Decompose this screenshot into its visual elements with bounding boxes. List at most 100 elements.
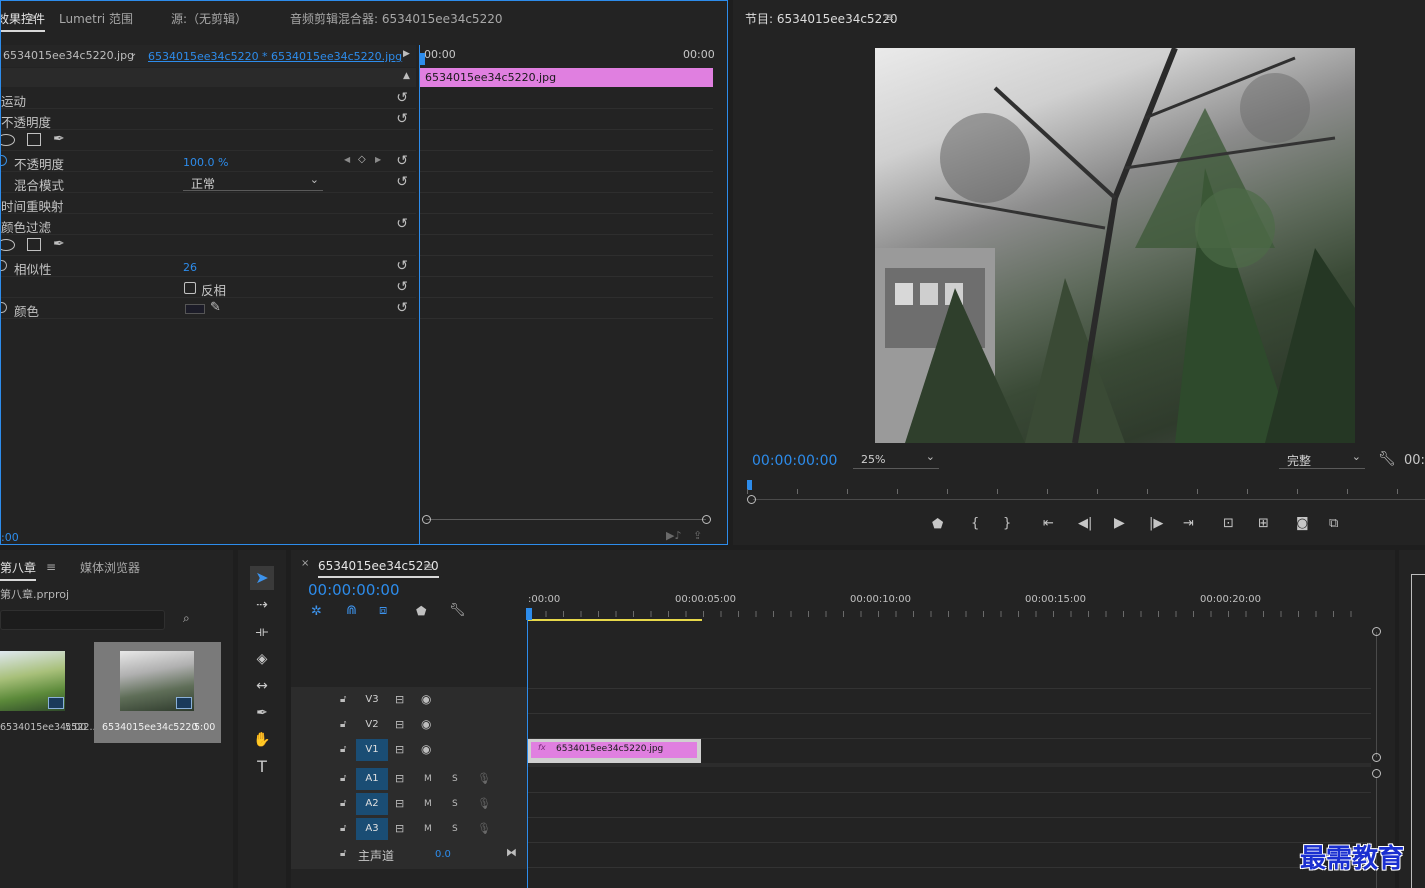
ruler-ticks[interactable] [528,611,1368,617]
snap-magnet-icon[interactable]: ⋒ [346,603,357,618]
solo-button[interactable]: S [452,799,458,809]
playhead-marker[interactable] [420,53,425,65]
scroll-handle-left[interactable] [747,495,756,504]
quality-dropdown[interactable]: 完整 ⌄ [1279,450,1365,469]
sequence-clip-name[interactable]: 6534015ee34c5220 * 6534015ee34c5220.jpg [148,50,402,63]
mark-out-icon[interactable]: } [1003,516,1011,531]
eyedropper-icon[interactable]: ✎ [210,300,221,315]
project-search-input[interactable] [0,610,165,630]
ellipse-mask-icon[interactable] [1,239,15,251]
reset-icon[interactable]: ↺ [396,90,408,106]
row-invert[interactable]: 反相 ↺ [1,277,416,298]
menu-icon[interactable]: ≡ [423,560,433,574]
reset-icon[interactable]: ↺ [396,258,408,274]
selection-tool-icon[interactable]: ➤ [250,566,274,590]
scroll-handle-right[interactable] [702,515,711,524]
go-to-end-icon[interactable]: ⧓ [506,846,517,859]
track-label[interactable]: V3 [356,689,388,711]
tab-sequence[interactable]: 6534015ee34c5220 [318,559,439,578]
program-timecode[interactable]: 00:00:00:00 [752,453,837,469]
pen-mask-icon[interactable]: ✒ [53,131,65,147]
play-triangle-icon[interactable]: ▶ [403,49,410,59]
video-frame[interactable] [875,48,1355,443]
eye-icon[interactable]: ◉ [421,692,431,706]
effect-timeline-clip[interactable]: 6534015ee34c5220.jpg [420,68,713,87]
timeline-timecode[interactable]: 00:00:00:00 [308,581,400,599]
program-timecode-right[interactable]: 00: [1404,453,1425,468]
work-area-bar[interactable] [528,619,702,621]
row-opacity[interactable]: 不透明度 100.0 % ◀ ◇ ▶ ↺ [1,151,416,172]
color-swatch[interactable] [185,304,205,314]
tab-effect-controls[interactable]: 效果控件 [1,10,46,32]
solo-button[interactable]: S [452,824,458,834]
scroll-handle-left[interactable] [422,515,431,524]
pen-tool-icon[interactable]: ✒ [250,701,274,725]
row-time-remap[interactable]: 时间重映射 [1,193,416,214]
lift-icon[interactable]: ⊡ [1223,516,1234,531]
track-label[interactable]: A1 [356,768,388,790]
lock-icon[interactable]: 🔓︎ [340,694,346,705]
type-tool-icon[interactable]: T [250,755,274,779]
add-marker-icon[interactable]: ⬟ [932,517,943,532]
timeline-clip[interactable]: fx 6534015ee34c5220.jpg [528,739,701,763]
tab-media-browser[interactable]: 媒体浏览器 [80,559,140,576]
stopwatch-icon[interactable] [1,302,7,313]
mute-button[interactable]: M [424,774,432,784]
eye-icon[interactable]: ◉ [421,717,431,731]
hand-tool-icon[interactable]: ✋ [250,728,274,752]
collapse-icon[interactable]: ▲ [403,71,410,81]
extract-icon[interactable]: ⊞ [1258,516,1269,531]
chevron-down-icon[interactable]: ⌄ [129,48,137,59]
eye-icon[interactable]: ◉ [421,742,431,756]
track-label[interactable]: V1 [356,739,388,761]
camera-icon[interactable]: ◙ [1296,516,1309,531]
lock-icon[interactable]: 🔓︎ [340,848,346,859]
sync-lock-icon[interactable]: ⊟ [395,822,404,835]
lock-icon[interactable]: 🔓︎ [340,719,346,730]
nest-icon[interactable]: ✲ [311,604,322,619]
source-clip-name[interactable]: 6534015ee34c5220.jpg [3,49,134,62]
sync-lock-icon[interactable]: ⊟ [395,718,404,731]
sync-lock-icon[interactable]: ⊟ [395,743,404,756]
row-similarity[interactable]: 相似性 26 ↺ [1,256,416,277]
reset-icon[interactable]: ↺ [396,216,408,232]
tab-source[interactable]: 源:（无剪辑） [171,10,247,27]
row-blend-mode[interactable]: 混合模式 正常 ⌄ ↺ [1,172,416,193]
project-item-selected[interactable]: 6534015ee34c5220 5:00 [94,642,221,743]
linked-selection-icon[interactable]: ⧈ [379,603,387,618]
row-opacity-group[interactable]: 不透明度 ↺ [1,109,416,130]
project-item[interactable]: 6534015ee34c522... 5:00 [0,642,99,742]
video-scrollbar[interactable] [1376,632,1377,757]
lock-icon[interactable]: 🔓︎ [340,798,346,809]
reset-icon[interactable]: ↺ [396,279,408,295]
sync-lock-icon[interactable]: ⊟ [395,772,404,785]
zoom-dropdown[interactable]: 25% ⌄ [853,450,939,469]
blend-mode-dropdown[interactable]: 正常 ⌄ [183,173,323,191]
pen-mask-icon[interactable]: ✒ [53,236,65,252]
mute-button[interactable]: M [424,824,432,834]
lock-icon[interactable]: 🔓︎ [340,744,346,755]
tab-project[interactable]: 第八章 [0,559,37,581]
ripple-edit-tool-icon[interactable]: ⟛ [250,620,274,644]
reset-icon[interactable]: ↺ [396,153,408,169]
tab-lumetri-scopes[interactable]: Lumetri 范围 [59,10,133,27]
program-scrubber[interactable] [747,480,1425,494]
mic-icon[interactable]: 🎙︎ [477,797,491,810]
track-label[interactable]: A2 [356,793,388,815]
menu-icon[interactable]: ≡ [884,10,894,24]
mute-button[interactable]: M [424,799,432,809]
reset-icon[interactable]: ↺ [396,111,408,127]
menu-icon[interactable]: ≡ [46,560,56,574]
similarity-value[interactable]: 26 [183,261,197,274]
lock-icon[interactable]: 🔓︎ [340,823,346,834]
stopwatch-icon[interactable] [1,260,7,271]
menu-icon[interactable]: ≡ [27,11,37,25]
go-to-in-icon[interactable]: ⇤ [1043,516,1054,531]
mark-in-icon[interactable]: { [971,516,979,531]
sync-lock-icon[interactable]: ⊟ [395,797,404,810]
track-label[interactable]: A3 [356,818,388,840]
stopwatch-icon[interactable] [1,155,7,166]
razor-tool-icon[interactable]: ◈ [250,647,274,671]
sync-lock-icon[interactable]: ⊟ [395,693,404,706]
opacity-value[interactable]: 100.0 % [183,156,228,169]
